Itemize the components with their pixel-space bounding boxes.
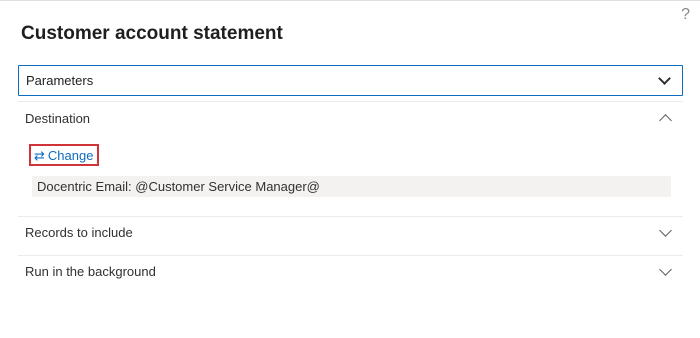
destination-value: Docentric Email: @Customer Service Manag… bbox=[32, 176, 671, 197]
divider bbox=[18, 101, 683, 102]
dialog-title: Customer account statement bbox=[21, 23, 283, 44]
chevron-down-icon bbox=[659, 263, 672, 276]
run-in-background-label: Run in the background bbox=[25, 264, 156, 279]
records-to-include-label: Records to include bbox=[25, 225, 133, 240]
question-mark-icon[interactable]: ? bbox=[681, 7, 690, 23]
parameters-section-header[interactable]: Parameters bbox=[18, 65, 683, 96]
destination-label: Destination bbox=[25, 111, 91, 126]
chevron-down-icon bbox=[658, 72, 671, 85]
change-link-label: Change bbox=[47, 147, 94, 163]
chevron-up-icon bbox=[659, 114, 672, 127]
chevron-down-icon bbox=[659, 224, 672, 237]
swap-arrows-icon: ⇄ bbox=[34, 147, 45, 163]
records-to-include-section-header[interactable]: Records to include bbox=[18, 218, 683, 248]
divider bbox=[18, 255, 683, 256]
divider bbox=[18, 216, 683, 217]
run-in-background-section-header[interactable]: Run in the background bbox=[18, 257, 683, 287]
customer-account-statement-dialog: ? Customer account statement Parameters … bbox=[0, 0, 700, 338]
change-destination-link[interactable]: ⇄ Change bbox=[29, 144, 99, 166]
destination-section-header[interactable]: Destination bbox=[18, 104, 683, 134]
parameters-label: Parameters bbox=[26, 73, 94, 88]
